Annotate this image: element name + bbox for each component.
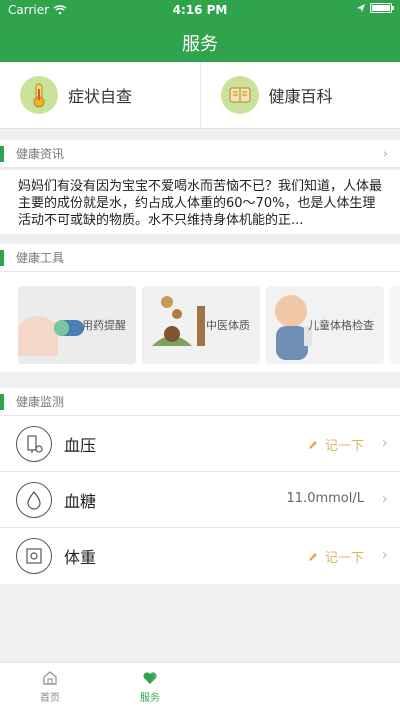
- section-accent: [0, 145, 4, 162]
- health-encyclopedia-button[interactable]: 健康百科: [199, 62, 400, 128]
- monitor-action[interactable]: 记一下: [307, 547, 364, 566]
- monitor-action[interactable]: 记一下: [307, 435, 364, 454]
- battery-icon: [370, 3, 394, 13]
- tab-bar: 首页 服务: [0, 662, 400, 710]
- monitor-row-blood-pressure[interactable]: 血压 记一下 ›: [0, 416, 400, 472]
- tool-label-tcm: 中医体质: [206, 319, 250, 332]
- tools-section-header: 健康工具: [0, 244, 400, 272]
- quick-actions: 症状自查 健康百科: [0, 62, 400, 129]
- monitor-section-title: 健康监测: [16, 395, 65, 409]
- screen: Carrier 4:16 PM 服务 症状自查 健康百科 健康资讯 › 妈妈们有…: [0, 0, 400, 710]
- symptom-check-label: 症状自查: [68, 87, 133, 106]
- monitor-section-header: 健康监测: [0, 388, 400, 416]
- status-right: [356, 3, 394, 13]
- tool-label-child-exam: 儿童体格检查: [308, 319, 374, 332]
- drop-icon: [16, 481, 52, 518]
- header: Carrier 4:16 PM 服务: [0, 0, 400, 62]
- book-icon: [220, 76, 259, 114]
- symptom-check-button[interactable]: 症状自查: [0, 62, 200, 128]
- scale-icon: [16, 538, 52, 574]
- monitor-list: 血压 记一下 › 血糖 11.0mmol/L › 体重 记一下 ›: [0, 416, 400, 584]
- record-label: 记一下: [324, 551, 364, 566]
- monitor-row-weight[interactable]: 体重 记一下 ›: [0, 528, 400, 584]
- tool-card-child-exam[interactable]: 儿童体格检查: [266, 286, 384, 364]
- news-section-header[interactable]: 健康资讯 ›: [0, 140, 400, 168]
- news-section-title: 健康资讯: [16, 147, 65, 161]
- tool-label-medication: 用药提醒: [82, 319, 126, 332]
- clock: 4:16 PM: [172, 3, 228, 17]
- health-encyclopedia-label: 健康百科: [268, 87, 333, 106]
- pencil-icon: [307, 551, 319, 563]
- news-text: 妈妈们有没有因为宝宝不爱喝水而苦恼不已？我们知道，人体最主要的成份就是水，约占成…: [18, 179, 383, 229]
- tab-home[interactable]: 首页: [0, 663, 100, 710]
- section-accent: [0, 393, 4, 410]
- blood-pressure-icon: [16, 425, 52, 462]
- monitor-label: 血压: [64, 435, 97, 455]
- thermometer-icon: [20, 76, 58, 114]
- chevron-right-icon: ›: [382, 146, 388, 162]
- chevron-right-icon: ›: [381, 545, 388, 564]
- page-title: 服务: [182, 34, 218, 55]
- record-label: 记一下: [324, 439, 364, 454]
- pencil-icon: [307, 439, 319, 451]
- glucose-value: 11.0mmol/L: [286, 491, 364, 506]
- tab-label: 首页: [40, 693, 60, 704]
- tool-card-tcm[interactable]: 中医体质: [142, 286, 260, 364]
- monitor-value: 11.0mmol/L: [287, 491, 364, 506]
- home-icon: [41, 669, 59, 687]
- tool-card-partial: [390, 286, 400, 364]
- glare-overlay: [150, 670, 230, 710]
- chevron-right-icon: ›: [381, 489, 388, 508]
- tool-card-medication[interactable]: 用药提醒: [18, 286, 136, 364]
- monitor-label: 体重: [64, 548, 97, 567]
- news-item[interactable]: 妈妈们有没有因为宝宝不爱喝水而苦恼不已？我们知道，人体最主要的成份就是水，约占成…: [0, 170, 400, 234]
- status-bar: Carrier 4:16 PM: [0, 0, 400, 20]
- tools-section-title: 健康工具: [16, 251, 65, 265]
- chevron-right-icon: ›: [381, 433, 388, 452]
- monitor-row-blood-sugar[interactable]: 血糖 11.0mmol/L ›: [0, 472, 400, 528]
- tools-carousel[interactable]: 用药提醒 中医体质 儿童体格检查: [0, 272, 400, 372]
- monitor-label: 血糖: [64, 491, 97, 511]
- location-icon: [356, 3, 366, 13]
- section-accent: [0, 249, 4, 266]
